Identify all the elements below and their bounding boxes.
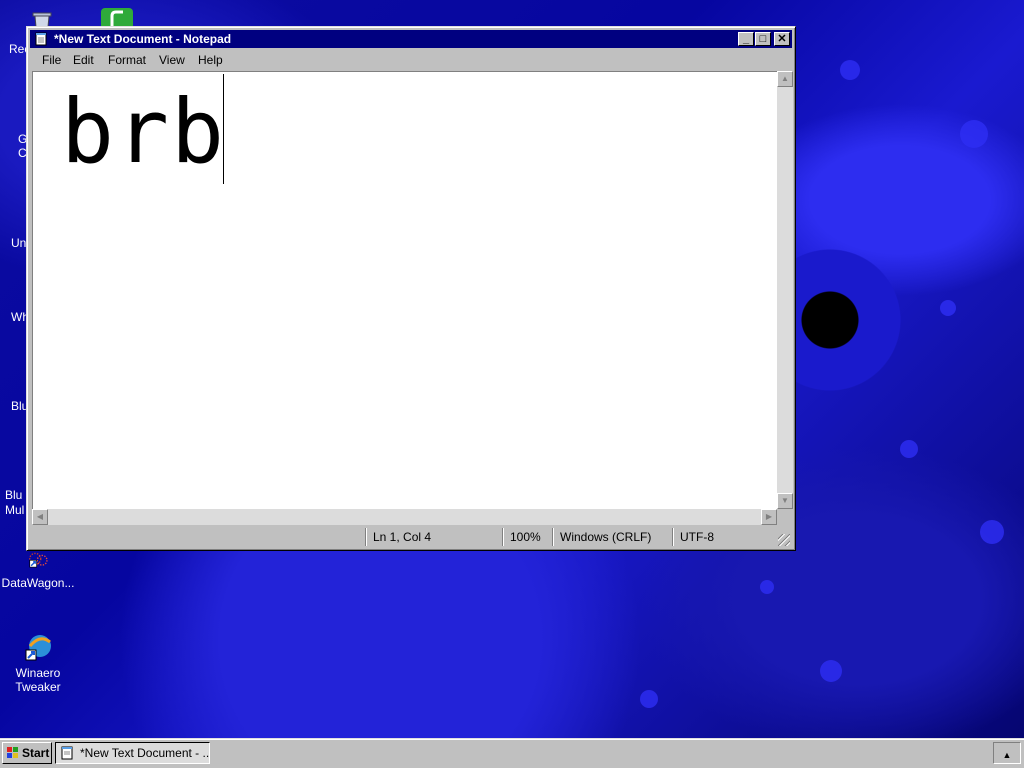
- windows-logo-icon: [7, 747, 18, 758]
- app-icon: [110, 10, 123, 26]
- taskbar-item-notepad[interactable]: *New Text Document - ...: [55, 742, 210, 764]
- desktop-icon-label: Blu Mul: [5, 488, 25, 517]
- menu-edit[interactable]: Edit: [73, 53, 94, 67]
- scroll-up-button[interactable]: ▲: [777, 71, 793, 87]
- notepad-window[interactable]: *New Text Document - Notepad _ □ ✕ File …: [26, 26, 796, 551]
- status-cursor-position: Ln 1, Col 4: [373, 530, 432, 544]
- start-label: Start: [22, 746, 50, 760]
- window-title: *New Text Document - Notepad: [54, 32, 232, 46]
- status-separator: [552, 528, 553, 546]
- datawagon-icon: [29, 552, 48, 568]
- scroll-right-button[interactable]: ▶: [761, 509, 777, 525]
- horizontal-scrollbar[interactable]: ◀ ▶: [32, 509, 777, 525]
- notepad-icon: [61, 746, 73, 760]
- arrow-left-icon: ◀: [36, 512, 44, 521]
- minimize-button[interactable]: _: [738, 32, 754, 46]
- desktop-icon-green-app[interactable]: [101, 8, 133, 28]
- close-icon: ✕: [777, 33, 787, 45]
- notepad-icon: [35, 32, 47, 46]
- maximize-icon: □: [759, 33, 767, 45]
- start-button[interactable]: Start: [2, 742, 52, 764]
- close-button[interactable]: ✕: [774, 32, 790, 46]
- menu-help[interactable]: Help: [198, 53, 223, 67]
- scroll-left-button[interactable]: ◀: [32, 509, 48, 525]
- arrow-right-icon: ▶: [765, 512, 773, 521]
- desktop-icon-winaero-tweaker[interactable]: Winaero Tweaker: [0, 632, 76, 694]
- menu-view[interactable]: View: [159, 53, 185, 67]
- menu-bar: File Edit Format View Help: [30, 50, 792, 70]
- desktop-icon-label: Un: [11, 236, 27, 250]
- desktop-icon-datawagon[interactable]: DataWagon...: [0, 552, 76, 590]
- desktop-icon-label: DataWagon...: [1, 576, 75, 590]
- title-bar[interactable]: *New Text Document - Notepad _ □ ✕: [30, 30, 792, 48]
- arrow-down-icon: ▼: [781, 496, 789, 505]
- status-separator: [502, 528, 503, 546]
- scroll-down-button[interactable]: ▼: [777, 493, 793, 509]
- minimize-icon: _: [742, 33, 750, 45]
- up-arrow-icon[interactable]: ▲: [1003, 750, 1012, 760]
- maximize-button[interactable]: □: [755, 32, 771, 46]
- text-editor[interactable]: brb: [32, 71, 777, 509]
- menu-file[interactable]: File: [42, 53, 61, 67]
- taskbar: Start *New Text Document - ... ▲: [0, 738, 1024, 768]
- status-line-ending: Windows (CRLF): [560, 530, 652, 544]
- desktop-icon-label: Winaero Tweaker: [15, 666, 61, 694]
- vertical-scrollbar[interactable]: ▲ ▼: [777, 71, 793, 509]
- status-bar: Ln 1, Col 4 100% Windows (CRLF) UTF-8: [30, 526, 792, 548]
- menu-format[interactable]: Format: [108, 53, 146, 67]
- status-encoding: UTF-8: [680, 530, 714, 544]
- winaero-tweaker-icon: [25, 635, 51, 661]
- status-separator: [365, 528, 366, 546]
- status-zoom: 100%: [510, 530, 541, 544]
- text-caret: [223, 74, 224, 184]
- resize-grip[interactable]: [778, 534, 790, 546]
- status-separator: [672, 528, 673, 546]
- arrow-up-icon: ▲: [781, 74, 789, 83]
- scrollbar-corner: [777, 509, 793, 525]
- system-tray[interactable]: ▲: [993, 742, 1021, 764]
- document-text: brb: [61, 80, 226, 183]
- taskbar-item-label: *New Text Document - ...: [80, 746, 210, 760]
